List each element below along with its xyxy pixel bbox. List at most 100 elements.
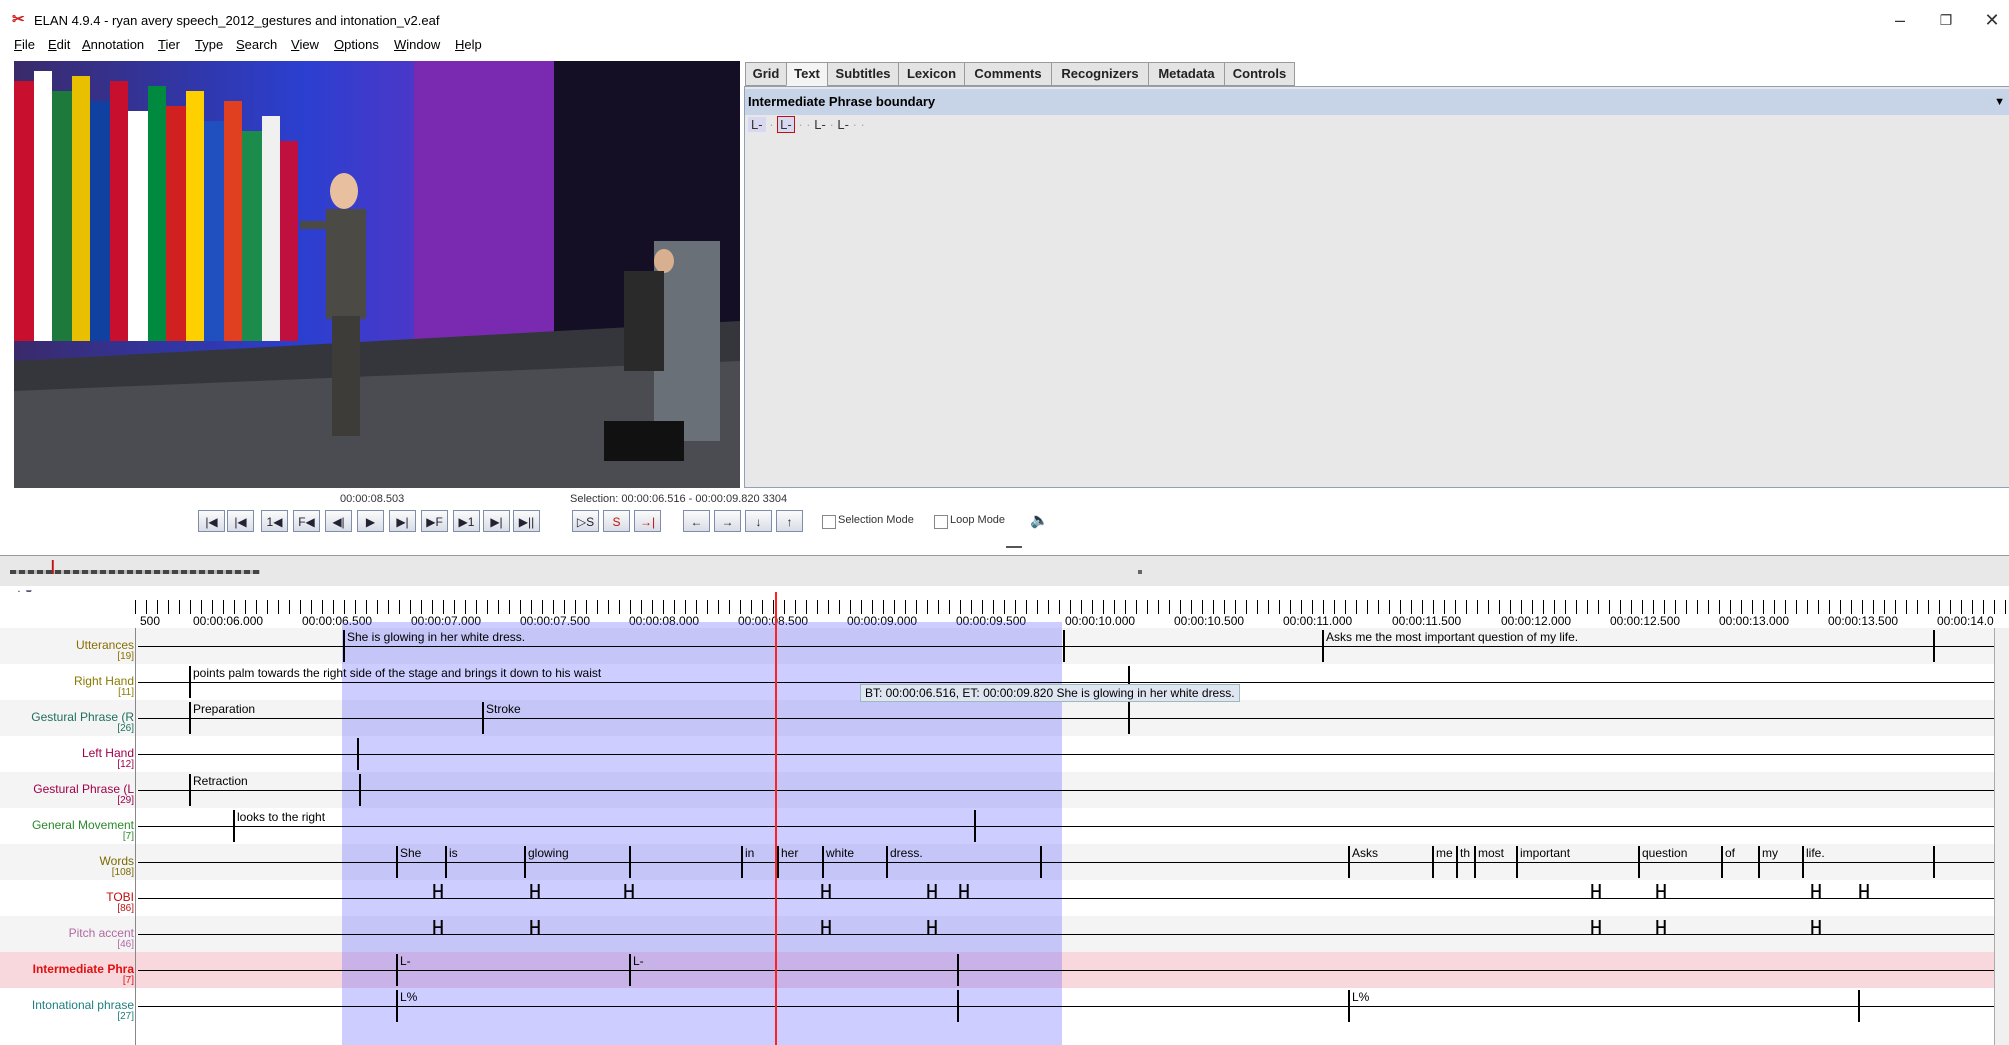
pitch-accent-marker[interactable]: H [1810, 918, 1822, 938]
tier-label-utterances[interactable]: Utterances [10, 638, 134, 652]
tab-grid[interactable]: Grid [745, 62, 787, 86]
volume-icon[interactable]: 🔈 [1030, 511, 1049, 529]
tobi-marker[interactable]: H [1655, 882, 1667, 902]
tobi-marker[interactable]: H [820, 882, 832, 902]
tab-controls[interactable]: Controls [1224, 62, 1295, 86]
tab-subtitles[interactable]: Subtitles [827, 62, 899, 86]
annotation-word[interactable]: is [449, 846, 458, 860]
annotation-word[interactable]: life. [1806, 846, 1825, 860]
timeline-overview[interactable]: I [0, 555, 2009, 586]
go-to-end-button[interactable]: ▶|| [513, 510, 540, 532]
tier-label-gestural-phrase-r[interactable]: Gestural Phrase (R [10, 710, 134, 724]
annotation-movement[interactable]: looks to the right [237, 810, 325, 824]
selection-boundary-button[interactable]: →| [634, 510, 661, 532]
previous-f-button[interactable]: F◀ [293, 510, 320, 532]
tier-label-general-movement[interactable]: General Movement [10, 818, 134, 832]
text-annotation[interactable]: L- [748, 117, 766, 132]
tobi-marker[interactable]: H [1810, 882, 1822, 902]
pitch-accent-marker[interactable]: H [432, 918, 444, 938]
step-back-button[interactable]: ◀| [325, 510, 352, 532]
tab-text[interactable]: Text [786, 62, 828, 86]
tier-label-intermediate-phrase[interactable]: Intermediate Phra [10, 962, 134, 976]
tier-label-tobi[interactable]: TOBI [10, 890, 134, 904]
step-forward-button[interactable]: ▶| [389, 510, 416, 532]
annotation-word[interactable]: her [781, 846, 798, 860]
tab-recognizers[interactable]: Recognizers [1051, 62, 1149, 86]
pitch-accent-marker[interactable]: H [926, 918, 938, 938]
next-second-button[interactable]: ▶1 [453, 510, 480, 532]
pitch-accent-marker[interactable]: H [1590, 918, 1602, 938]
play-selection-button[interactable]: ▷S [572, 510, 599, 532]
annotation-word[interactable]: my [1762, 846, 1778, 860]
annotation-word[interactable]: important [1520, 846, 1570, 860]
annotation-intonational[interactable]: L% [1352, 990, 1369, 1004]
close-button[interactable]: ✕ [1974, 8, 2009, 32]
text-viewer-tier-selector[interactable]: Intermediate Phrase boundary ▼ [745, 89, 2009, 115]
tobi-marker[interactable]: H [1858, 882, 1870, 902]
chevron-down-icon[interactable]: ▼ [1994, 89, 2005, 115]
pitch-accent-marker[interactable]: H [1655, 918, 1667, 938]
pitch-accent-marker[interactable]: H [820, 918, 832, 938]
previous-frame-button[interactable]: |◀ [227, 510, 254, 532]
tier-label-words[interactable]: Words [10, 854, 134, 868]
menu-help[interactable]: Help [455, 36, 482, 54]
tobi-marker[interactable]: H [1590, 882, 1602, 902]
playhead-cursor[interactable] [775, 592, 777, 1045]
up-arrow-button[interactable]: ↑ [776, 510, 803, 532]
annotation-word[interactable]: white [826, 846, 854, 860]
right-arrow-button[interactable]: → [714, 510, 741, 532]
tobi-marker[interactable]: H [926, 882, 938, 902]
left-arrow-button[interactable]: ← [683, 510, 710, 532]
menu-search[interactable]: Search [236, 36, 277, 54]
tier-label-gestural-phrase-l[interactable]: Gestural Phrase (L [10, 782, 134, 796]
menu-annotation[interactable]: Annotation [82, 36, 144, 54]
tier-label-right-hand[interactable]: Right Hand [10, 674, 134, 688]
annotation-right-hand[interactable]: points palm towards the right side of th… [193, 666, 601, 680]
annotation-word[interactable]: question [1642, 846, 1687, 860]
annotation-word[interactable]: She [400, 846, 421, 860]
tier-label-pitch-accent[interactable]: Pitch accent [10, 926, 134, 940]
minimize-button[interactable]: – [1882, 8, 1918, 32]
vertical-scrollbar[interactable] [1994, 628, 2009, 1045]
tobi-marker[interactable]: H [529, 882, 541, 902]
annotation-utterance[interactable]: She is glowing in her white dress. [347, 630, 525, 644]
pitch-accent-marker[interactable]: H [529, 918, 541, 938]
annotation-word[interactable]: of [1725, 846, 1735, 860]
go-to-begin-button[interactable]: |◀ [198, 510, 225, 532]
menu-file[interactable]: File [14, 36, 35, 54]
next-f-button[interactable]: ▶F [421, 510, 448, 532]
annotation-preparation[interactable]: Preparation [193, 702, 255, 716]
menu-tier[interactable]: Tier [158, 36, 180, 54]
tobi-marker[interactable]: H [432, 882, 444, 902]
annotation-intonational[interactable]: L% [400, 990, 417, 1004]
selection-mode-checkbox[interactable] [822, 515, 836, 529]
tab-comments[interactable]: Comments [964, 62, 1052, 86]
tobi-marker[interactable]: H [958, 882, 970, 902]
play-button[interactable]: ▶ [357, 510, 384, 532]
annotation-ip[interactable]: L- [400, 954, 411, 968]
annotation-word[interactable]: th [1460, 846, 1470, 860]
menu-type[interactable]: Type [195, 36, 223, 54]
previous-second-button[interactable]: 1◀ [261, 510, 288, 532]
tobi-marker[interactable]: H [623, 882, 635, 902]
video-player[interactable] [14, 61, 740, 488]
annotation-stroke[interactable]: Stroke [486, 702, 521, 716]
clear-selection-button[interactable]: S [603, 510, 630, 532]
tab-lexicon[interactable]: Lexicon [898, 62, 965, 86]
tier-label-left-hand[interactable]: Left Hand [10, 746, 134, 760]
annotation-timeline[interactable]: 500 00:00:06.000 00:00:06.500 00:00:07.0… [0, 592, 2009, 1045]
restore-button[interactable]: ❐ [1928, 8, 1964, 32]
annotation-ip[interactable]: L- [633, 954, 644, 968]
loop-mode-checkbox[interactable] [934, 515, 948, 529]
annotation-word[interactable]: Asks [1352, 846, 1378, 860]
text-annotation[interactable]: L- [814, 117, 826, 132]
annotation-word[interactable]: most [1478, 846, 1504, 860]
next-frame-button[interactable]: ▶| [483, 510, 510, 532]
text-annotation[interactable]: L- [837, 117, 849, 132]
tab-metadata[interactable]: Metadata [1148, 62, 1225, 86]
tier-label-intonational-phrase[interactable]: Intonational phrase [10, 998, 134, 1012]
annotation-word[interactable]: in [745, 846, 754, 860]
down-arrow-button[interactable]: ↓ [745, 510, 772, 532]
menu-options[interactable]: Options [334, 36, 379, 54]
menu-view[interactable]: View [291, 36, 319, 54]
